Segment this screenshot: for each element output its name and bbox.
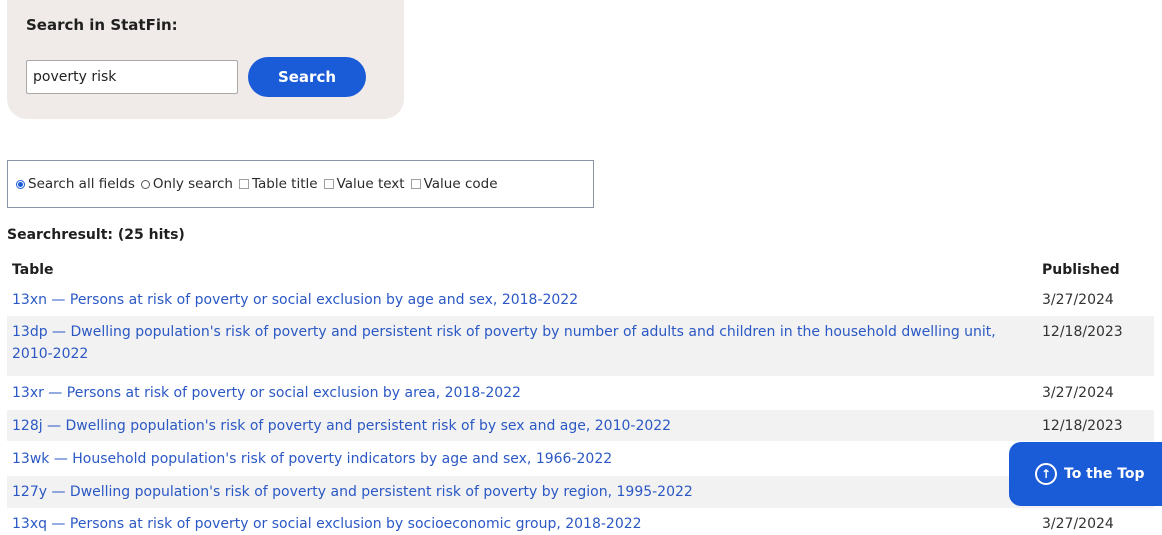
search-button[interactable]: Search xyxy=(248,57,366,97)
table-link[interactable]: 13xq — Persons at risk of poverty or soc… xyxy=(12,513,1027,535)
to-the-top-label: To the Top xyxy=(1064,466,1145,482)
published-date: 3/27/2024 xyxy=(1042,385,1114,401)
published-date: 3/27/2024 xyxy=(1042,292,1114,308)
radio-checked-icon[interactable] xyxy=(16,179,25,189)
table-row: 13xr — Persons at risk of poverty or soc… xyxy=(7,378,1154,408)
table-row: 128j — Dwelling population's risk of pov… xyxy=(7,410,1154,441)
table-row: 13dp — Dwelling population's risk of pov… xyxy=(7,316,1154,376)
option-label: Table title xyxy=(251,176,318,192)
arrow-up-circle-icon: ↑ xyxy=(1035,463,1057,485)
table-row: 13xn — Persons at risk of poverty or soc… xyxy=(7,287,1154,314)
search-options: Search all fields Only search Table titl… xyxy=(7,160,594,208)
checkbox-icon[interactable] xyxy=(410,179,421,189)
table-row: 127y — Dwelling population's risk of pov… xyxy=(7,476,1154,508)
table-link[interactable]: 13xn — Persons at risk of poverty or soc… xyxy=(12,289,1027,311)
option-label: Only search xyxy=(152,176,233,192)
published-date: 12/18/2023 xyxy=(1042,418,1123,434)
checkbox-icon[interactable] xyxy=(238,179,249,189)
table-link[interactable]: 13xr — Persons at risk of poverty or soc… xyxy=(12,382,1027,404)
option-table-title[interactable]: Table title xyxy=(238,176,318,192)
search-title: Search in StatFin: xyxy=(26,16,178,34)
option-label: Search all fields xyxy=(28,176,135,192)
checkbox-icon[interactable] xyxy=(323,179,334,189)
table-row: 13xq — Persons at risk of poverty or soc… xyxy=(7,510,1154,535)
table-link[interactable]: 13wk — Household population's risk of po… xyxy=(12,448,1027,470)
search-input[interactable] xyxy=(26,60,238,94)
table-link[interactable]: 13dp — Dwelling population's risk of pov… xyxy=(12,321,1027,365)
radio-icon[interactable] xyxy=(140,179,150,189)
table-link[interactable]: 128j — Dwelling population's risk of pov… xyxy=(12,415,1027,437)
option-value-text[interactable]: Value text xyxy=(323,176,405,192)
table-link[interactable]: 127y — Dwelling population's risk of pov… xyxy=(12,481,1027,503)
search-result-heading: Searchresult: (25 hits) xyxy=(7,227,185,243)
column-header-table: Table xyxy=(12,262,54,278)
published-date: 12/18/2023 xyxy=(1042,324,1123,340)
option-search-all-fields[interactable]: Search all fields xyxy=(16,176,135,192)
option-only-search[interactable]: Only search xyxy=(140,176,233,192)
table-row: 13wk — Household population's risk of po… xyxy=(7,443,1154,474)
option-value-code[interactable]: Value code xyxy=(410,176,498,192)
column-header-published: Published xyxy=(1042,262,1120,278)
to-the-top-button[interactable]: ↑ To the Top xyxy=(1009,442,1162,506)
option-label: Value text xyxy=(336,176,405,192)
published-date: 3/27/2024 xyxy=(1042,516,1114,532)
option-label: Value code xyxy=(423,176,498,192)
search-panel: Search in StatFin: Search xyxy=(7,0,404,119)
